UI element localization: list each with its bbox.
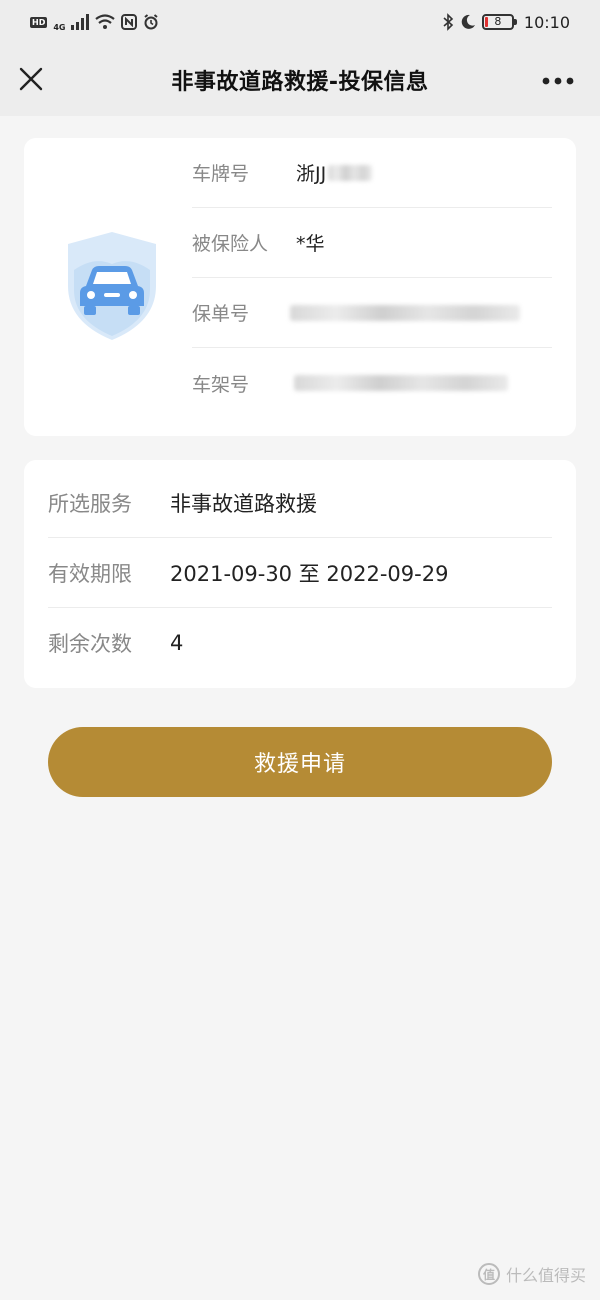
- rescue-apply-button[interactable]: 救援申请: [48, 727, 552, 797]
- remaining-count-value: 4: [170, 631, 184, 655]
- status-bar: HD 4G 8 10:10: [0, 0, 600, 44]
- watermark-logo-icon: 值: [477, 1263, 500, 1285]
- nav-bar: 非事故道路救援-投保信息: [0, 44, 600, 116]
- row-label: 剩余次数: [48, 632, 132, 656]
- hd-badge: HD: [30, 16, 48, 28]
- row-label: 车架号: [192, 373, 250, 396]
- battery-level: [484, 17, 488, 27]
- moon-icon: [461, 14, 475, 29]
- service-info-card: 所选服务 非事故道路救援 有效期限 2021-09-30 至 2022-09-2…: [24, 460, 576, 688]
- page-title: 非事故道路救援-投保信息: [171, 70, 429, 95]
- redacted-plate: [328, 164, 373, 181]
- status-left: HD 4G: [30, 12, 159, 32]
- clock: 10:10: [523, 12, 570, 32]
- service-row-type: 所选服务 非事故道路救援: [48, 468, 552, 538]
- service-list: 所选服务 非事故道路救援 有效期限 2021-09-30 至 2022-09-2…: [48, 468, 552, 678]
- insured-row-holder: 被保险人 *华: [192, 208, 552, 278]
- battery-icon: 8: [481, 14, 517, 30]
- insured-row-vin: 车架号: [192, 348, 552, 418]
- service-type-value: 非事故道路救援: [170, 491, 317, 516]
- row-label: 保单号: [192, 303, 250, 325]
- network-type: 4G: [53, 23, 66, 32]
- service-row-validity: 有效期限 2021-09-30 至 2022-09-29: [48, 538, 552, 608]
- row-label: 有效期限: [48, 561, 132, 586]
- car-shield-icon: [68, 232, 156, 340]
- insured-name-value: *华: [296, 233, 325, 255]
- signal-icon: [71, 14, 90, 30]
- row-label: 所选服务: [48, 491, 132, 516]
- row-label: 被保险人: [192, 233, 269, 255]
- plate-value: 浙JJ: [296, 163, 327, 185]
- watermark-text: 什么值得买: [505, 1266, 586, 1285]
- insured-info-card: 车牌号 浙JJ 被保险人 *华 保单号 车架号: [24, 138, 576, 436]
- battery-percent: 8: [494, 15, 502, 28]
- validity-value: 2021-09-30 至 2022-09-29: [170, 561, 449, 586]
- row-label: 车牌号: [192, 163, 250, 185]
- insured-row-policy: 保单号: [192, 278, 552, 348]
- redacted-vin: [294, 375, 508, 391]
- insured-list: 车牌号 浙JJ 被保险人 *华 保单号 车架号: [192, 138, 552, 418]
- bluetooth-icon: [443, 13, 454, 31]
- insured-row-plate: 车牌号 浙JJ: [192, 138, 552, 208]
- redacted-policy-number: [290, 304, 520, 321]
- wifi-icon: [95, 14, 116, 29]
- watermark: 值 什么值得买: [477, 1262, 586, 1286]
- alarm-icon: [144, 14, 159, 30]
- more-icon[interactable]: [542, 76, 574, 86]
- nfc-icon: [121, 14, 138, 30]
- status-right: 8 10:10: [442, 13, 570, 32]
- close-icon[interactable]: [18, 66, 44, 92]
- service-row-remaining: 剩余次数 4: [48, 608, 552, 678]
